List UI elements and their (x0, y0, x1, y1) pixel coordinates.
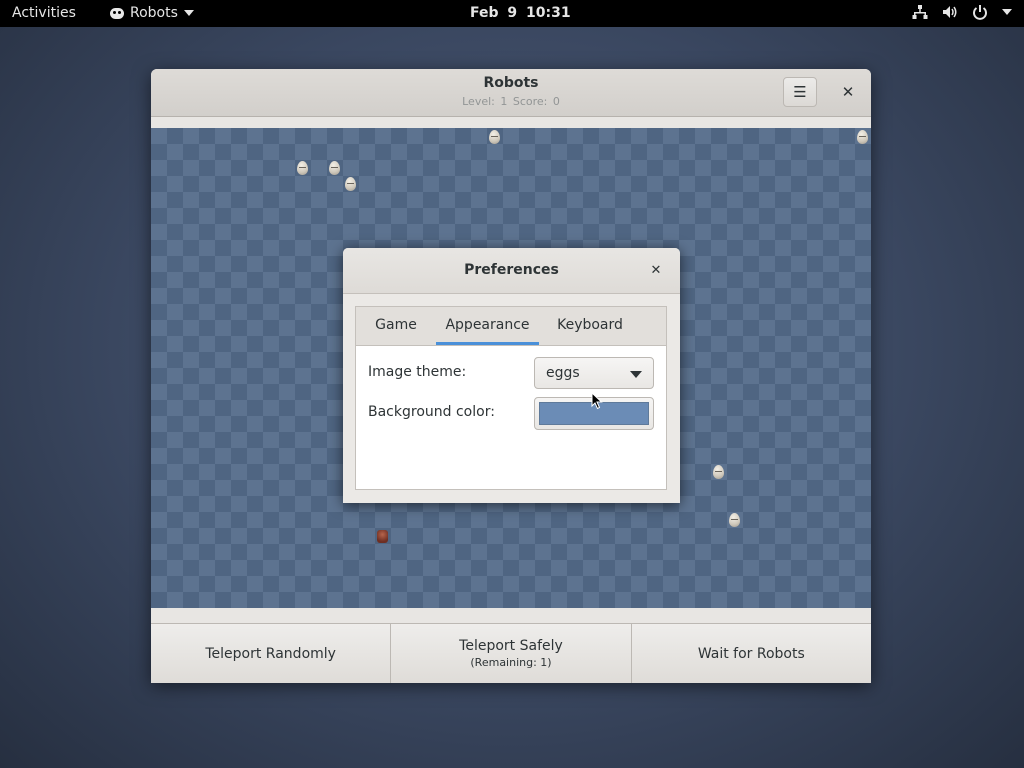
mouse-pointer-icon (591, 392, 603, 410)
preferences-dialog: Preferences ✕ Game Appearance Keyboard I… (343, 248, 680, 503)
window-subtitle: Level: 1 Score: 0 (462, 95, 560, 108)
clock[interactable]: Feb 9 10:31 (470, 5, 571, 21)
tab-game[interactable]: Game (364, 307, 428, 345)
robot-egg (345, 177, 356, 191)
chevron-down-icon (1002, 9, 1012, 15)
tab-keyboard[interactable]: Keyboard (548, 307, 632, 345)
app-menu[interactable]: Robots (110, 5, 194, 21)
dialog-title: Preferences (464, 262, 559, 278)
robot-egg (297, 161, 308, 175)
top-bar: Activities Robots Feb 9 10:31 (0, 0, 1024, 27)
background-color-label: Background color: (368, 404, 495, 420)
wait-for-robots-label: Wait for Robots (697, 645, 805, 662)
hamburger-menu-button[interactable]: ☰ (783, 77, 817, 107)
hamburger-icon: ☰ (793, 83, 807, 101)
system-tray[interactable] (912, 4, 1012, 20)
tab-bar: Game Appearance Keyboard (356, 307, 666, 346)
robot-egg (729, 513, 740, 527)
robot-egg (857, 130, 868, 144)
player-robot (377, 530, 388, 543)
close-icon: ✕ (650, 263, 662, 278)
close-icon: ✕ (841, 83, 855, 101)
power-icon (973, 5, 987, 20)
network-icon (912, 5, 928, 19)
dialog-header: Preferences ✕ (343, 248, 680, 294)
robot-egg (713, 465, 724, 479)
teleport-randomly-button[interactable]: Teleport Randomly (151, 624, 392, 683)
app-menu-label: Robots (130, 5, 178, 21)
wait-for-robots-button[interactable]: Wait for Robots (631, 624, 871, 683)
image-theme-label: Image theme: (368, 364, 467, 380)
image-theme-select[interactable]: eggs (534, 357, 654, 389)
preferences-notebook: Game Appearance Keyboard Image theme: eg… (355, 306, 667, 490)
activities-button[interactable]: Activities (12, 5, 76, 21)
image-theme-value: eggs (546, 365, 580, 381)
window-title: Robots (483, 75, 539, 91)
tab-appearance[interactable]: Appearance (436, 307, 539, 345)
volume-icon (943, 6, 957, 18)
dialog-close-button[interactable]: ✕ (643, 260, 669, 282)
window-close-button[interactable]: ✕ (833, 77, 863, 107)
action-bar: Teleport Randomly Teleport Safely (Remai… (151, 623, 871, 683)
header-bar: Robots Level: 1 Score: 0 ☰ ✕ (151, 69, 871, 117)
robot-egg (329, 161, 340, 175)
robots-app-icon (110, 7, 124, 19)
dropdown-arrow-icon (630, 371, 642, 378)
chevron-down-icon (183, 10, 194, 16)
teleport-safely-button[interactable]: Teleport Safely (Remaining: 1) (391, 624, 632, 683)
teleport-safely-label: Teleport Safely (459, 638, 563, 654)
robot-egg (489, 130, 500, 144)
teleport-randomly-label: Teleport Randomly (205, 645, 336, 662)
teleport-remaining-label: (Remaining: 1) (470, 656, 552, 669)
